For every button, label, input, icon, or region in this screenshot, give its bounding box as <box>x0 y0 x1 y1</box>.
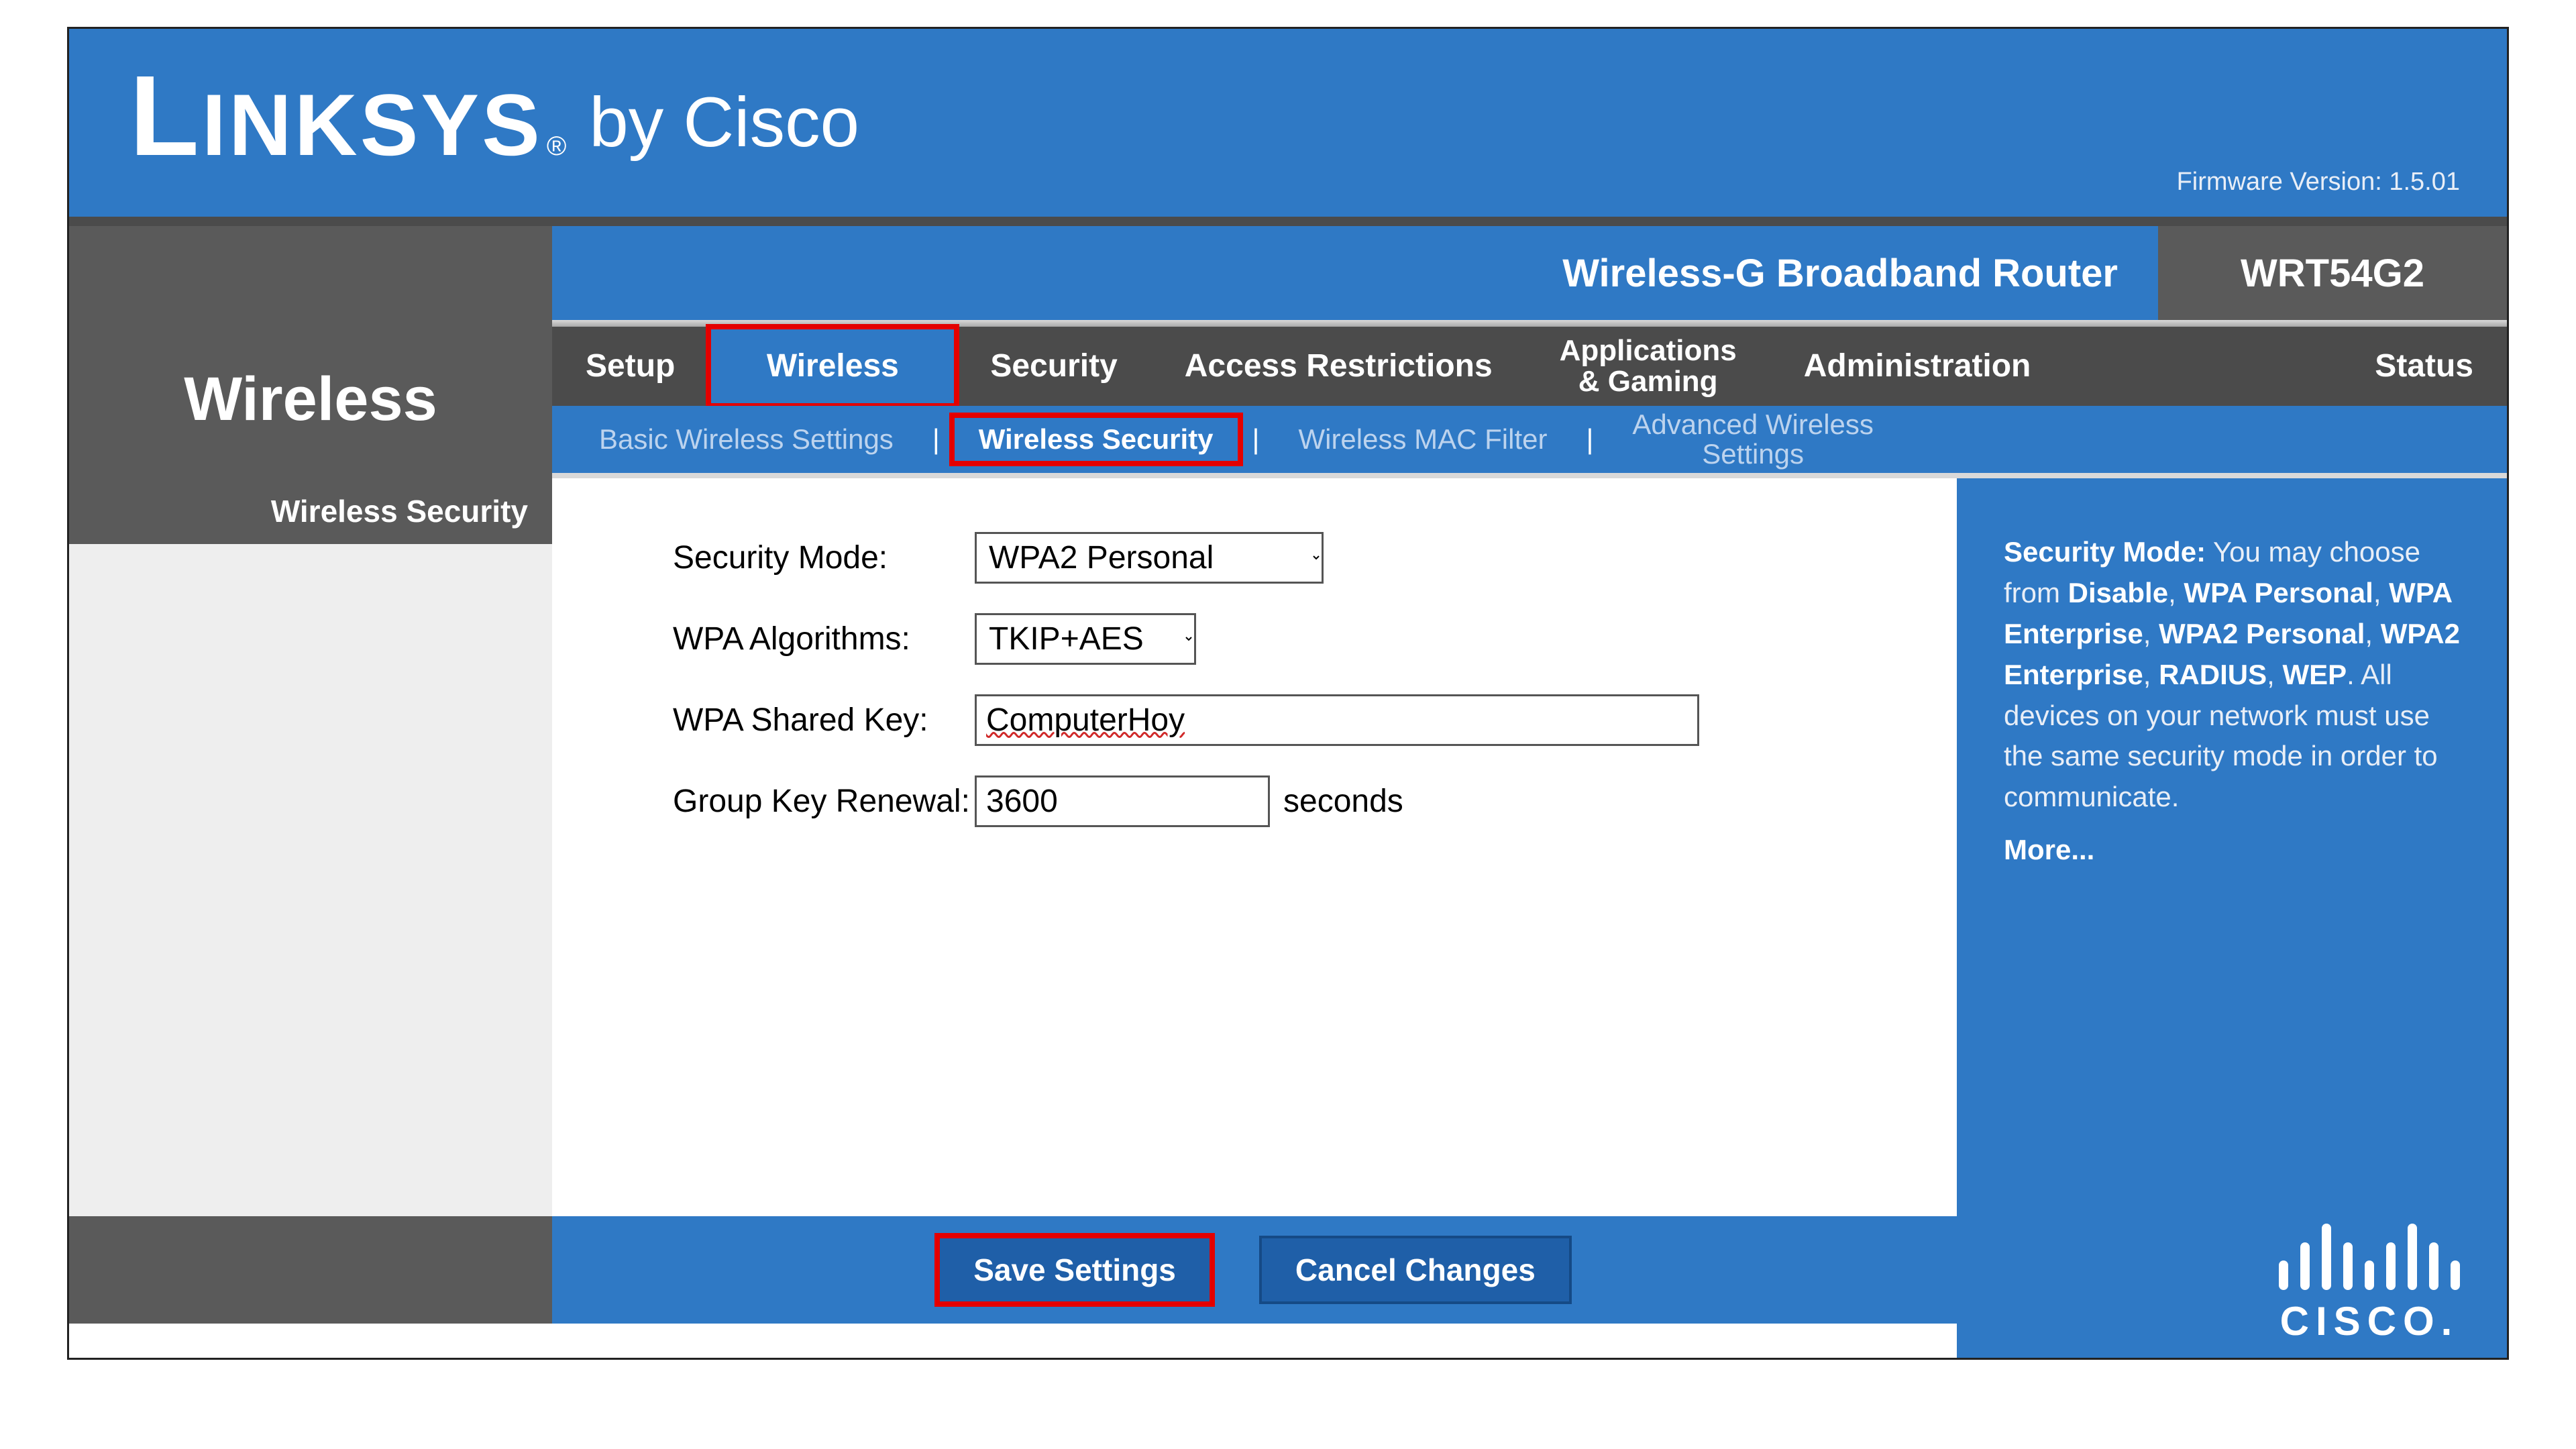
tab-applications-gaming[interactable]: Applications & Gaming <box>1526 327 1770 406</box>
router-model: WRT54G2 <box>2158 226 2507 320</box>
header-band: LINKSYS® by Cisco Firmware Version: 1.5.… <box>69 29 2507 217</box>
tab-status[interactable]: Status <box>2341 327 2507 406</box>
security-mode-label: Security Mode: <box>673 539 975 576</box>
help-title: Security Mode: <box>2004 536 2206 568</box>
by-cisco-text: by Cisco <box>589 83 859 163</box>
tab-access-restrictions[interactable]: Access Restrictions <box>1151 327 1526 406</box>
sub-tabs: Basic Wireless Settings | Wireless Secur… <box>552 406 2507 473</box>
cisco-text: CISCO. <box>2280 1298 2459 1344</box>
renewal-unit: seconds <box>1283 783 1403 820</box>
cisco-bars-icon <box>2279 1216 2460 1290</box>
title-row: Wireless-G Broadband Router WRT54G2 <box>69 226 2507 320</box>
cancel-changes-button[interactable]: Cancel Changes <box>1259 1236 1572 1304</box>
help-more-link[interactable]: More... <box>2004 834 2094 865</box>
router-name: Wireless-G Broadband Router <box>552 226 2158 320</box>
subtab-wireless-security[interactable]: Wireless Security <box>952 415 1240 464</box>
save-settings-button[interactable]: Save Settings <box>937 1236 1212 1304</box>
security-mode-select[interactable]: WPA2 Personal <box>975 532 1324 584</box>
wpa-shared-key-input[interactable] <box>975 694 1699 746</box>
tab-wireless[interactable]: Wireless <box>708 327 957 406</box>
linksys-logo: LINKSYS® <box>129 70 569 175</box>
tab-setup[interactable]: Setup <box>552 327 708 406</box>
subtab-advanced-wireless[interactable]: Advanced Wireless Settings <box>1605 400 1900 478</box>
tab-security[interactable]: Security <box>957 327 1150 406</box>
subtab-basic-wireless[interactable]: Basic Wireless Settings <box>572 415 920 464</box>
subtab-wireless-mac-filter[interactable]: Wireless MAC Filter <box>1271 415 1574 464</box>
wpa-algorithms-label: WPA Algorithms: <box>673 621 975 657</box>
group-key-renewal-input[interactable] <box>975 775 1270 827</box>
wpa-algorithms-select[interactable]: TKIP+AES <box>975 613 1196 665</box>
section-label: Wireless Security <box>69 478 552 544</box>
help-panel: Security Mode: You may choose from Disab… <box>1957 478 2507 1216</box>
footer-actions: Save Settings Cancel Changes <box>552 1216 1957 1324</box>
cisco-logo: CISCO. <box>2279 1216 2460 1344</box>
main-tabs: Setup Wireless Security Access Restricti… <box>552 327 2507 406</box>
side-column: Wireless Security <box>69 478 552 1216</box>
form-area: Security Mode: WPA2 Personal WPA Algorit… <box>552 478 1957 1216</box>
wpa-shared-key-label: WPA Shared Key: <box>673 702 975 739</box>
firmware-version: Firmware Version: 1.5.01 <box>2177 168 2460 197</box>
page-title: Wireless <box>69 320 552 478</box>
router-admin-panel: LINKSYS® by Cisco Firmware Version: 1.5.… <box>67 27 2509 1360</box>
tab-administration[interactable]: Administration <box>1770 327 2065 406</box>
group-key-renewal-label: Group Key Renewal: <box>673 783 975 820</box>
